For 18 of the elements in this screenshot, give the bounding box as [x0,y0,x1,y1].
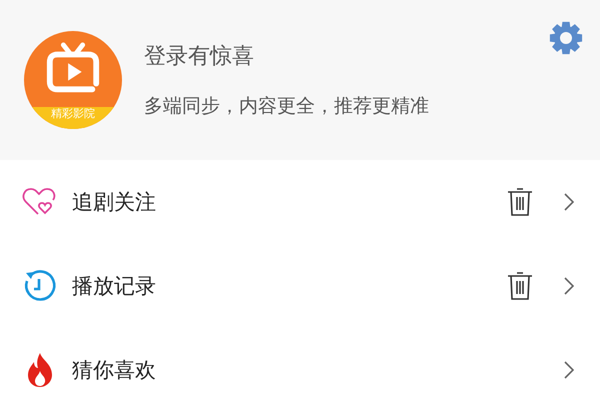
flame-icon [25,352,55,388]
trash-icon[interactable] [506,187,534,217]
menu-item[interactable]: 播放记录 [0,244,600,328]
menu-item[interactable]: 追剧关注 [0,160,600,244]
trash-icon[interactable] [506,271,534,301]
chevron-icon [564,277,574,295]
logo-caption: 精彩影院 [51,107,95,121]
login-subtitle: 多端同步，内容更全，推荐更精准 [144,94,429,119]
menu-label: 猜你喜欢 [72,357,157,384]
menu-label: 追剧关注 [72,189,157,216]
menu-label: 播放记录 [72,273,157,300]
menu-item[interactable]: 猜你喜欢 [0,328,600,412]
settings-icon[interactable] [548,20,584,56]
login-title[interactable]: 登录有惊喜 [144,41,429,71]
chevron-icon [564,361,574,379]
hearts-icon [22,187,58,217]
history-icon [22,268,58,304]
chevron-icon [564,193,574,211]
